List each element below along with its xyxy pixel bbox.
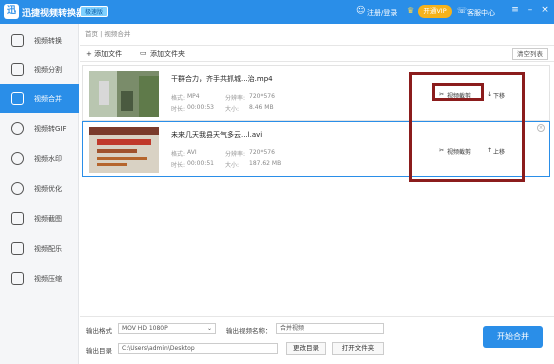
duration-label: 时长:: [171, 106, 186, 113]
vip-button[interactable]: 开通VIP: [418, 5, 452, 18]
output-name-input[interactable]: 合并视频: [276, 323, 384, 334]
sidebar-item-label: 视频配乐: [34, 245, 62, 253]
folder-icon: ▭: [140, 49, 147, 57]
start-merge-button[interactable]: 开始合并: [483, 326, 543, 348]
merge-icon: [11, 92, 24, 105]
app-logo: 迅: [4, 4, 19, 19]
duration-value: 00:00:53: [187, 104, 214, 111]
size-value: 187.62 MB: [249, 160, 282, 167]
service-center-link[interactable]: 客服中心: [467, 8, 495, 18]
add-file-button[interactable]: + 添加文件: [86, 49, 122, 59]
optimize-icon: [11, 182, 24, 195]
minimize-icon[interactable]: –: [524, 5, 536, 15]
output-format-label: 输出格式: [86, 327, 112, 335]
file-name: 未来几天我县天气多云...l.avi: [171, 131, 263, 139]
screenshot-icon: [11, 212, 24, 225]
output-name-label: 输出视频名称：: [226, 327, 272, 335]
user-icon[interactable]: ☺: [356, 6, 365, 16]
sidebar-item-compress[interactable]: 视频压缩: [0, 264, 79, 293]
convert-icon: [11, 34, 24, 47]
resolution-label: 分辨率:: [225, 151, 246, 158]
sidebar-item-label: 视频优化: [34, 185, 62, 193]
clear-list-button[interactable]: 清空列表: [512, 48, 548, 60]
title-bar: 迅 迅捷视频转换器 极速版 ☺ 注册/登录 ♛ 开通VIP ☏ 客服中心 ≡ –…: [0, 0, 554, 24]
highlight-box-trim: [432, 83, 484, 101]
change-dir-button[interactable]: 更改目录: [286, 342, 326, 355]
sidebar-item-merge[interactable]: 视频合并: [0, 84, 79, 113]
output-dir-input[interactable]: C:\Users\admin\Desktop: [118, 343, 278, 354]
chevron-down-icon: ⌄: [206, 325, 212, 332]
login-link[interactable]: 注册/登录: [367, 8, 397, 18]
video-thumbnail: [89, 71, 159, 117]
crown-icon: ♛: [407, 6, 415, 15]
watermark-icon: [11, 152, 24, 165]
size-label: 大小:: [225, 162, 240, 169]
format-label: 格式:: [171, 151, 186, 158]
sidebar-item-convert[interactable]: 视频转换: [0, 26, 79, 55]
sidebar-item-label: 视频水印: [34, 155, 62, 163]
sidebar-item-optimize[interactable]: 视频优化: [0, 174, 79, 203]
breadcrumb: 首页 | 视频合并: [85, 30, 131, 38]
split-icon: [11, 63, 24, 76]
resolution-label: 分辨率:: [225, 95, 246, 102]
format-label: 格式:: [171, 95, 186, 102]
add-folder-button[interactable]: 添加文件夹: [150, 49, 185, 59]
sidebar-item-label: 视频截图: [34, 215, 62, 223]
open-folder-button[interactable]: 打开文件夹: [332, 342, 384, 355]
remove-file-icon[interactable]: ×: [537, 124, 545, 132]
size-label: 大小:: [225, 106, 240, 113]
sidebar-item-label: 视频压缩: [34, 275, 62, 283]
headset-icon[interactable]: ☏: [457, 6, 467, 15]
sidebar-item-label: 视频转换: [34, 37, 62, 45]
edition-badge: 极速版: [80, 6, 109, 17]
sidebar-item-gif[interactable]: 视频转GIF: [0, 114, 79, 143]
video-thumbnail: [89, 127, 159, 173]
resolution-value: 720*576: [249, 93, 275, 100]
music-icon: [11, 242, 24, 255]
output-format-value: MOV HD 1080P: [122, 325, 168, 332]
duration-label: 时长:: [171, 162, 186, 169]
size-value: 8.46 MB: [249, 104, 274, 111]
menu-icon[interactable]: ≡: [509, 5, 521, 15]
output-format-select[interactable]: MOV HD 1080P ⌄: [118, 323, 216, 334]
app-title: 迅捷视频转换器: [22, 9, 86, 19]
sidebar-item-label: 视频合并: [34, 95, 62, 103]
sidebar-item-screenshot[interactable]: 视频截图: [0, 204, 79, 233]
sidebar: 视频转换 视频分割 视频合并 视频转GIF 视频水印 视频优化 视频截图 视频配…: [0, 24, 79, 364]
compress-icon: [11, 272, 24, 285]
sidebar-item-split[interactable]: 视频分割: [0, 55, 79, 84]
output-dir-label: 输出目录: [86, 347, 112, 355]
file-toolbar: + 添加文件 ▭ 添加文件夹 清空列表: [80, 45, 554, 62]
sidebar-item-watermark[interactable]: 视频水印: [0, 144, 79, 173]
sidebar-item-label: 视频转GIF: [34, 125, 67, 133]
file-name: 干群合力，齐手共抓城...治.mp4: [171, 75, 273, 83]
close-icon[interactable]: ×: [539, 5, 551, 15]
duration-value: 00:00:51: [187, 160, 214, 167]
resolution-value: 720*576: [249, 149, 275, 156]
format-value: AVI: [187, 149, 197, 156]
sidebar-item-label: 视频分割: [34, 66, 62, 74]
sidebar-item-music[interactable]: 视频配乐: [0, 234, 79, 263]
gif-icon: [11, 122, 24, 135]
format-value: MP4: [187, 93, 200, 100]
